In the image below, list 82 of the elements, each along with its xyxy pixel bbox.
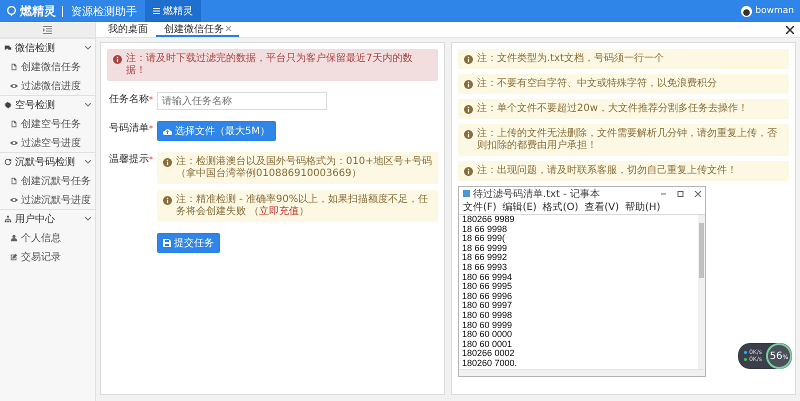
tip-alert: 注：检测港澳台以及国外号码格式为：010+地区号+号码（拿中国台湾举例010886910003669） — [157, 152, 438, 184]
note-alert: 注：不要有空白字符、中文或特殊字符，以免浪费积分 — [458, 74, 789, 94]
window-title: 待过滤号码清单.txt - 记事本 — [473, 188, 601, 200]
document-icon — [10, 62, 18, 70]
info-icon — [464, 54, 473, 64]
eye-icon — [10, 82, 18, 90]
info-icon — [464, 80, 473, 88]
note-alert: 注：上传的文件无法删除，文件需要解析几分钟，请勿重复上传，否则扣除的都费由用户承担！ — [458, 124, 789, 156]
note-alert: 注：单个文件不要超过20w，大文件推荐分割多任务去操作！ — [458, 99, 789, 119]
text-line: 18 66 999( — [462, 234, 506, 244]
window-controls-icon — [661, 190, 701, 196]
chevron-icon — [85, 46, 91, 50]
text-line: 18 66 9992 — [462, 253, 508, 263]
close-icon[interactable] — [226, 26, 231, 31]
info-icon — [113, 54, 122, 64]
info-icon — [163, 196, 172, 204]
sidebar-item[interactable]: 个人信息 — [0, 228, 95, 247]
field-label: 号码清单* — [108, 122, 153, 136]
tab[interactable]: 我的桌面 — [100, 22, 156, 37]
text-line: 180266 0002 — [462, 349, 516, 359]
eye-icon — [10, 196, 18, 204]
sidebar-item[interactable]: 创建微信任务 — [0, 57, 95, 76]
document-icon — [10, 120, 18, 128]
tip-alert: 注：精准检测 - 准确率90%以上，如果扫描额度不足，任务将会创建失败 （立即充值） — [157, 190, 438, 222]
text-line: 180 66 9994 — [462, 272, 514, 282]
recharge-link[interactable]: 立即充值 — [259, 206, 300, 217]
text-line: 180260 7000. — [462, 358, 518, 368]
text-line: 180 60 9997 — [462, 301, 514, 311]
text-line: 180 66 9995 — [462, 282, 514, 292]
text-line: 18 66 9999 — [462, 244, 508, 254]
choose-file-button[interactable]: 选择文件（最大5M） — [157, 121, 276, 141]
text-line: 18 66 9993 — [462, 262, 508, 273]
avatar-icon[interactable] — [741, 6, 752, 16]
app-logo: 燃精灵 — [0, 2, 56, 20]
sidebar-item[interactable]: 创建沉默号任务 — [0, 171, 95, 190]
document-icon — [10, 176, 18, 184]
menu-button[interactable]: 燃精灵 — [145, 0, 201, 22]
menu-icon — [153, 8, 160, 14]
text-line: 18 66 9998 — [462, 224, 508, 234]
sidebar-group[interactable]: 用户中心 — [0, 209, 95, 228]
note-alert: 注：出现问题，请及时联系客服，切勿自己重复上传文件！ — [458, 161, 789, 181]
edit-icon — [10, 252, 18, 260]
tab[interactable]: 创建微信任务 — [156, 22, 239, 37]
sidebar-item[interactable]: 创建空号任务 — [0, 114, 95, 133]
chevron-icon — [85, 217, 91, 221]
submit-button[interactable]: 提交任务 — [157, 233, 220, 253]
warning-alert: 注：请及时下载过滤完的数据，平台只为客户保留最近7天内的数据！ — [107, 49, 438, 81]
sidebar-item[interactable]: 过滤沉默号进度 — [0, 190, 95, 209]
task-name-field[interactable]: 请输入任务名称 — [157, 92, 327, 110]
info-icon — [163, 158, 172, 166]
info-icon — [464, 104, 473, 114]
chevron-icon — [85, 103, 91, 107]
refresh-icon — [4, 158, 12, 166]
notepad-icon — [463, 190, 470, 197]
text-line: 180 66 9996 — [462, 292, 514, 302]
sidebar-toggle-icon[interactable] — [43, 26, 52, 34]
gear-icon — [4, 101, 12, 109]
cloud-upload-icon — [163, 128, 172, 134]
user-name[interactable]: bowman — [755, 6, 794, 16]
sidebar-group[interactable]: 微信检测 — [0, 38, 95, 57]
sidebar-group[interactable]: 空号检测 — [0, 95, 95, 114]
info-icon — [464, 166, 473, 176]
hierarchy-icon — [4, 215, 12, 223]
text-line: 180266 9989 — [462, 215, 516, 225]
close-all-icon[interactable] — [786, 26, 794, 34]
note-alert: 注：文件类型为.txt文档，号码须一行一个 — [458, 49, 789, 69]
chat-icon — [4, 44, 12, 52]
field-label: 任务名称* — [108, 93, 153, 107]
text-line: 180 60 0000 — [462, 330, 514, 340]
person-icon — [10, 234, 18, 242]
info-icon — [464, 130, 473, 138]
eye-icon — [10, 138, 18, 146]
sidebar-item[interactable]: 交易记录 — [0, 247, 95, 266]
sidebar-item[interactable]: 过滤空号进度 — [0, 133, 95, 152]
save-icon — [163, 239, 171, 247]
chevron-icon — [85, 160, 91, 164]
text-line: 180 60 0001 — [462, 340, 514, 350]
text-line: 180 60 9999 — [462, 320, 514, 330]
text-line: 180 60 9998 — [462, 310, 514, 321]
sidebar-group[interactable]: 沉默号码检测 — [0, 152, 95, 171]
sidebar-item[interactable]: 过滤微信进度 — [0, 76, 95, 95]
field-label: 温馨提示* — [108, 152, 153, 167]
